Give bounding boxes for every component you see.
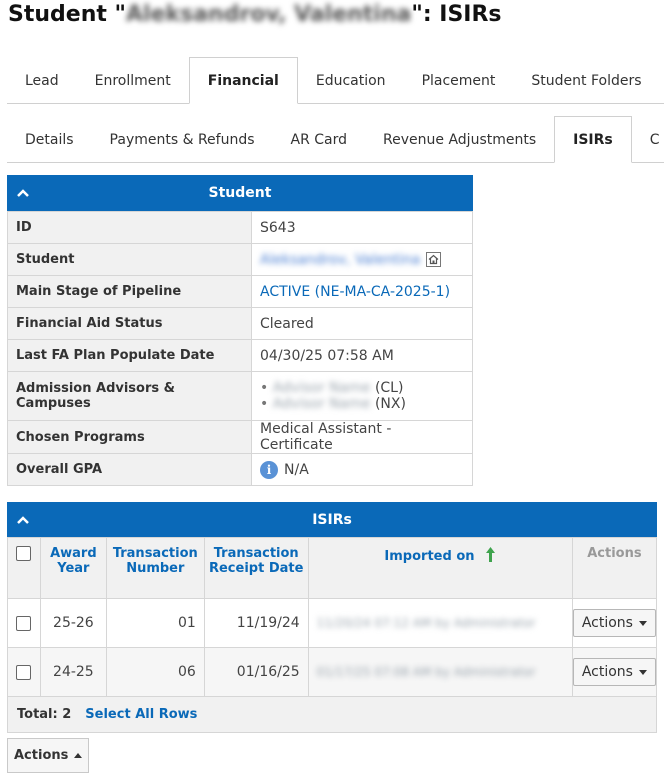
imported-on-cell: 01/17/25 07:08 AM by Administrator [316, 665, 536, 679]
caret-down-icon [638, 669, 647, 675]
isirs-panel-title: ISIRs [312, 511, 352, 528]
row-actions-button[interactable]: Actions [572, 609, 656, 637]
tab-revenue-adjustments[interactable]: Revenue Adjustments [365, 116, 554, 163]
col-actions: Actions [571, 537, 658, 599]
imported-on-cell: 11/20/24 07:12 AM by Administrator [316, 616, 536, 630]
gpa-value: N/A [284, 461, 309, 478]
table-row: Chosen Programs Medical Assistant - Cert… [7, 420, 473, 454]
tab-financial[interactable]: Financial [188, 57, 298, 104]
sort-ascending-icon[interactable] [485, 546, 496, 563]
table-row: Last FA Plan Populate Date 04/30/25 07:5… [7, 339, 473, 372]
col-award-year[interactable]: Award Year [39, 537, 107, 599]
primary-tabs: Lead Enrollment Financial Education Plac… [7, 57, 664, 104]
page-title-student-name: Aleksandrov, Valentina [126, 2, 412, 27]
chosen-programs-value: Medical Assistant - Certificate [251, 420, 473, 454]
select-all-checkbox[interactable] [16, 546, 32, 561]
table-row: Main Stage of Pipeline ACTIVE (NE-MA-CA-… [7, 275, 473, 308]
student-panel-title: Student [208, 185, 272, 201]
row-actions-label: Actions [581, 664, 633, 680]
select-all-rows-link[interactable]: Select All Rows [85, 707, 197, 722]
transaction-number-cell: 01 [105, 598, 205, 648]
tab-student-folders[interactable]: Student Folders [513, 57, 659, 104]
chevron-up-icon[interactable] [17, 515, 29, 524]
table-row: ID S643 [7, 211, 473, 244]
tab-enrollment[interactable]: Enrollment [77, 57, 189, 104]
isirs-table: Award Year Transaction Number Transactio… [7, 537, 658, 697]
caret-up-icon [74, 753, 83, 758]
table-row: Overall GPA i N/A [7, 453, 473, 486]
page-title-suffix: ": ISIRs [411, 2, 502, 27]
advisor-item: • Advisor Name (NX) [260, 396, 406, 412]
col-imported-on[interactable]: Imported on [307, 537, 573, 599]
page-title-prefix: Student " [8, 2, 126, 27]
award-year-cell: 25-26 [39, 598, 107, 648]
table-row: 24-25 06 01/16/25 01/17/25 07:08 AM by A… [7, 647, 658, 697]
fa-status-value: Cleared [251, 307, 473, 340]
chevron-up-icon[interactable] [17, 189, 29, 197]
isirs-panel-header[interactable]: ISIRs [7, 502, 657, 537]
row-label: Financial Aid Status [7, 307, 252, 340]
table-row: Financial Aid Status Cleared [7, 307, 473, 340]
student-name-link[interactable]: Aleksandrov, Valentina [260, 252, 420, 268]
row-label: Overall GPA [7, 453, 252, 486]
tab-details[interactable]: Details [7, 116, 92, 163]
advisor-item: • Advisor Name (CL) [260, 380, 404, 396]
tab-placement[interactable]: Placement [404, 57, 514, 104]
table-header-row: Award Year Transaction Number Transactio… [7, 537, 658, 599]
col-transaction-receipt-date[interactable]: Transaction Receipt Date [203, 537, 309, 599]
student-id-value: S643 [251, 211, 473, 244]
advisor-campus: (CL) [374, 380, 404, 396]
table-row: 25-26 01 11/19/24 11/20/24 07:12 AM by A… [7, 598, 658, 648]
total-count: Total: 2 [17, 707, 72, 722]
table-row: Admission Advisors & Campuses • Advisor … [7, 371, 473, 421]
select-all-cell [7, 537, 41, 599]
row-checkbox[interactable] [16, 615, 32, 631]
award-year-cell: 24-25 [39, 647, 107, 697]
page-title: Student "Aleksandrov, Valentina": ISIRs [8, 2, 502, 27]
pipeline-stage-link[interactable]: ACTIVE (NE-MA-CA-2025-1) [260, 284, 450, 300]
bulk-actions-button[interactable]: Actions [7, 738, 90, 773]
row-label: ID [7, 211, 252, 244]
student-panel-header[interactable]: Student [7, 175, 473, 211]
row-label: Main Stage of Pipeline [7, 275, 252, 308]
row-actions-label: Actions [581, 615, 633, 631]
advisor-campus: (NX) [374, 396, 406, 412]
tab-payments-refunds[interactable]: Payments & Refunds [92, 116, 273, 163]
info-icon[interactable]: i [260, 460, 278, 479]
student-details-table: ID S643 Student Aleksandrov, Valentina M… [7, 211, 473, 486]
advisor-name: Advisor Name [272, 396, 371, 412]
caret-down-icon [638, 620, 647, 626]
tab-overflow[interactable]: C [632, 116, 664, 163]
row-label: Last FA Plan Populate Date [7, 339, 252, 372]
advisor-name: Advisor Name [272, 380, 371, 396]
transaction-number-cell: 06 [105, 647, 205, 697]
row-label: Chosen Programs [7, 420, 252, 454]
receipt-date-cell: 01/16/25 [203, 647, 309, 697]
isirs-table-footer: Total: 2 Select All Rows [7, 697, 657, 733]
home-icon[interactable] [426, 252, 442, 267]
receipt-date-cell: 11/19/24 [203, 598, 309, 648]
row-checkbox[interactable] [16, 664, 32, 680]
tab-lead[interactable]: Lead [7, 57, 77, 104]
secondary-tabs: Details Payments & Refunds AR Card Reven… [7, 116, 664, 163]
tab-ar-card[interactable]: AR Card [273, 116, 366, 163]
row-label: Student [7, 243, 252, 276]
bulk-actions-label: Actions [14, 748, 69, 763]
row-actions-button[interactable]: Actions [572, 658, 656, 686]
table-row: Student Aleksandrov, Valentina [7, 243, 473, 276]
col-transaction-number[interactable]: Transaction Number [105, 537, 205, 599]
col-imported-on-label: Imported on [384, 549, 475, 564]
tab-isirs[interactable]: ISIRs [554, 116, 632, 163]
row-label: Admission Advisors & Campuses [7, 371, 252, 421]
tab-education[interactable]: Education [298, 57, 404, 104]
fa-date-value: 04/30/25 07:58 AM [251, 339, 473, 372]
